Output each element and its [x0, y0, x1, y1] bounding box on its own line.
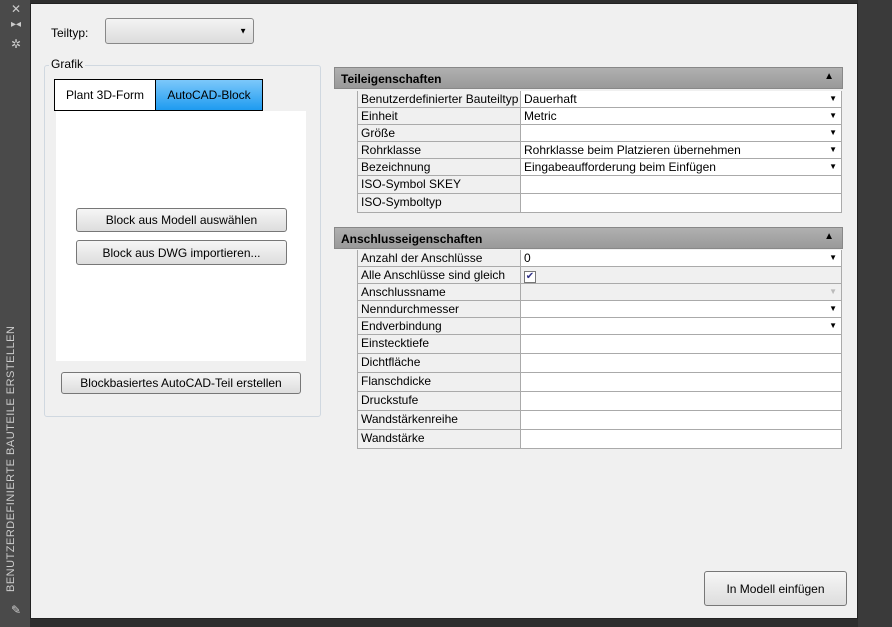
property-label: Dichtfläche: [357, 354, 521, 372]
teiltyp-label: Teiltyp:: [51, 26, 89, 40]
tab-label: Plant 3D-Form: [65, 88, 145, 102]
property-value[interactable]: Rohrklasse beim Platzieren übernehmen ▼: [521, 142, 842, 158]
pin-icon[interactable]: ▸◂: [9, 19, 23, 30]
close-icon[interactable]: ✕: [9, 2, 23, 16]
property-value: ▼: [521, 284, 842, 300]
property-label: Größe: [357, 125, 521, 141]
property-value[interactable]: 0 ▼: [521, 250, 842, 266]
property-value[interactable]: [521, 392, 842, 410]
collapse-icon[interactable]: ▲: [824, 71, 834, 82]
property-label: ISO-Symboltyp: [357, 194, 521, 212]
property-value[interactable]: [521, 430, 842, 448]
property-label: Einstecktiefe: [357, 335, 521, 353]
property-value[interactable]: [521, 373, 842, 391]
chevron-down-icon: ▼: [829, 304, 837, 313]
property-row: Endverbindung ▼: [357, 318, 842, 335]
palette-tool-icon[interactable]: ✎: [9, 603, 23, 617]
property-row: Dichtfläche: [357, 354, 842, 373]
property-value[interactable]: Eingabeaufforderung beim Einfügen ▼: [521, 159, 842, 175]
property-row: Größe ▼: [357, 125, 842, 142]
value-text: Metric: [524, 109, 557, 123]
property-label: Druckstufe: [357, 392, 521, 410]
property-row: Einheit Metric ▼: [357, 108, 842, 125]
import-block-button[interactable]: Block aus DWG importieren...: [76, 240, 287, 265]
property-value[interactable]: ▼: [521, 301, 842, 317]
value-text: Eingabeaufforderung beim Einfügen: [524, 160, 716, 174]
property-value[interactable]: [521, 354, 842, 372]
property-label: Wandstärke: [357, 430, 521, 448]
property-row: Benutzerdefinierter Bauteiltyp Dauerhaft ▼: [357, 91, 842, 108]
insert-into-model-button[interactable]: In Modell einfügen: [704, 571, 847, 606]
property-value[interactable]: Dauerhaft ▼: [521, 91, 842, 107]
property-row: ISO-Symboltyp: [357, 194, 842, 213]
chevron-down-icon: ▼: [829, 321, 837, 330]
value-text: Rohrklasse beim Platzieren übernehmen: [524, 143, 741, 157]
property-label: Einheit: [357, 108, 521, 124]
teiltyp-select[interactable]: ▼: [105, 18, 254, 44]
property-label: ISO-Symbol SKEY: [357, 176, 521, 193]
teileigenschaften-header[interactable]: Teileigenschaften ▲: [334, 67, 843, 89]
value-text: Dauerhaft: [524, 92, 577, 106]
property-value[interactable]: ▼: [521, 125, 842, 141]
property-row: Flanschdicke: [357, 373, 842, 392]
property-value[interactable]: [521, 411, 842, 429]
property-label: Wandstärkenreihe: [357, 411, 521, 429]
property-row: Anschlussname ▼: [357, 284, 842, 301]
collapse-icon[interactable]: ▲: [824, 231, 834, 242]
chevron-down-icon: ▼: [829, 94, 837, 103]
property-label: Benutzerdefinierter Bauteiltyp: [357, 91, 521, 107]
value-text: 0: [524, 251, 531, 265]
property-value[interactable]: Metric ▼: [521, 108, 842, 124]
property-label: Flanschdicke: [357, 373, 521, 391]
create-block-part-button[interactable]: Blockbasiertes AutoCAD-Teil erstellen: [61, 372, 301, 394]
chevron-down-icon: ▼: [239, 26, 247, 36]
property-label: Rohrklasse: [357, 142, 521, 158]
chevron-down-icon: ▼: [829, 253, 837, 262]
tab-label: AutoCAD-Block: [167, 88, 251, 102]
property-value[interactable]: [521, 176, 842, 193]
property-row: Druckstufe: [357, 392, 842, 411]
property-row: Einstecktiefe: [357, 335, 842, 354]
tab-autocad-block[interactable]: AutoCAD-Block: [155, 79, 263, 111]
property-row: Wandstärkenreihe: [357, 411, 842, 430]
chevron-down-icon: ▼: [829, 145, 837, 154]
palette-title: BENUTZERDEFINIERTE BAUTEILE ERSTELLEN: [5, 325, 17, 592]
property-label: Anschlussname: [357, 284, 521, 300]
chevron-down-icon: ▼: [829, 287, 837, 296]
property-row: Bezeichnung Eingabeaufforderung beim Einf…: [357, 159, 842, 176]
property-label: Anzahl der Anschlüsse: [357, 250, 521, 266]
gear-icon[interactable]: ✲: [9, 37, 23, 51]
property-label: Nenndurchmesser: [357, 301, 521, 317]
property-value[interactable]: [521, 335, 842, 353]
section-title: Anschlusseigenschaften: [341, 232, 483, 246]
block-preview: [56, 111, 306, 361]
property-row: Rohrklasse Rohrklasse beim Platzieren üb…: [357, 142, 842, 159]
property-row: Wandstärke: [357, 430, 842, 449]
palette-strip: ✕ ▸◂ ✲ BENUTZERDEFINIERTE BAUTEILE ERSTE…: [0, 0, 30, 627]
property-value[interactable]: ▼: [521, 318, 842, 334]
property-row: Alle Anschlüsse sind gleich ✔: [357, 267, 842, 284]
section-title: Teileigenschaften: [341, 72, 442, 86]
property-row: Nenndurchmesser ▼: [357, 301, 842, 318]
property-label: Alle Anschlüsse sind gleich: [357, 267, 521, 283]
create-custom-part-panel: Teiltyp: ▼ Grafik Plant 3D-Form AutoCAD-…: [30, 3, 858, 619]
background-area: [858, 0, 892, 627]
chevron-down-icon: ▼: [829, 111, 837, 120]
property-label: Endverbindung: [357, 318, 521, 334]
property-row: Anzahl der Anschlüsse 0 ▼: [357, 250, 842, 267]
checkbox[interactable]: ✔: [524, 271, 536, 283]
chevron-down-icon: ▼: [829, 162, 837, 171]
tab-plant-3d-form[interactable]: Plant 3D-Form: [54, 79, 156, 111]
property-value[interactable]: [521, 194, 842, 212]
property-value[interactable]: ✔: [521, 267, 842, 283]
chevron-down-icon: ▼: [829, 128, 837, 137]
select-block-button[interactable]: Block aus Modell auswählen: [76, 208, 287, 232]
anschlusseigenschaften-header[interactable]: Anschlusseigenschaften ▲: [334, 227, 843, 249]
property-label: Bezeichnung: [357, 159, 521, 175]
grafik-label: Grafik: [49, 57, 86, 71]
property-row: ISO-Symbol SKEY: [357, 176, 842, 194]
